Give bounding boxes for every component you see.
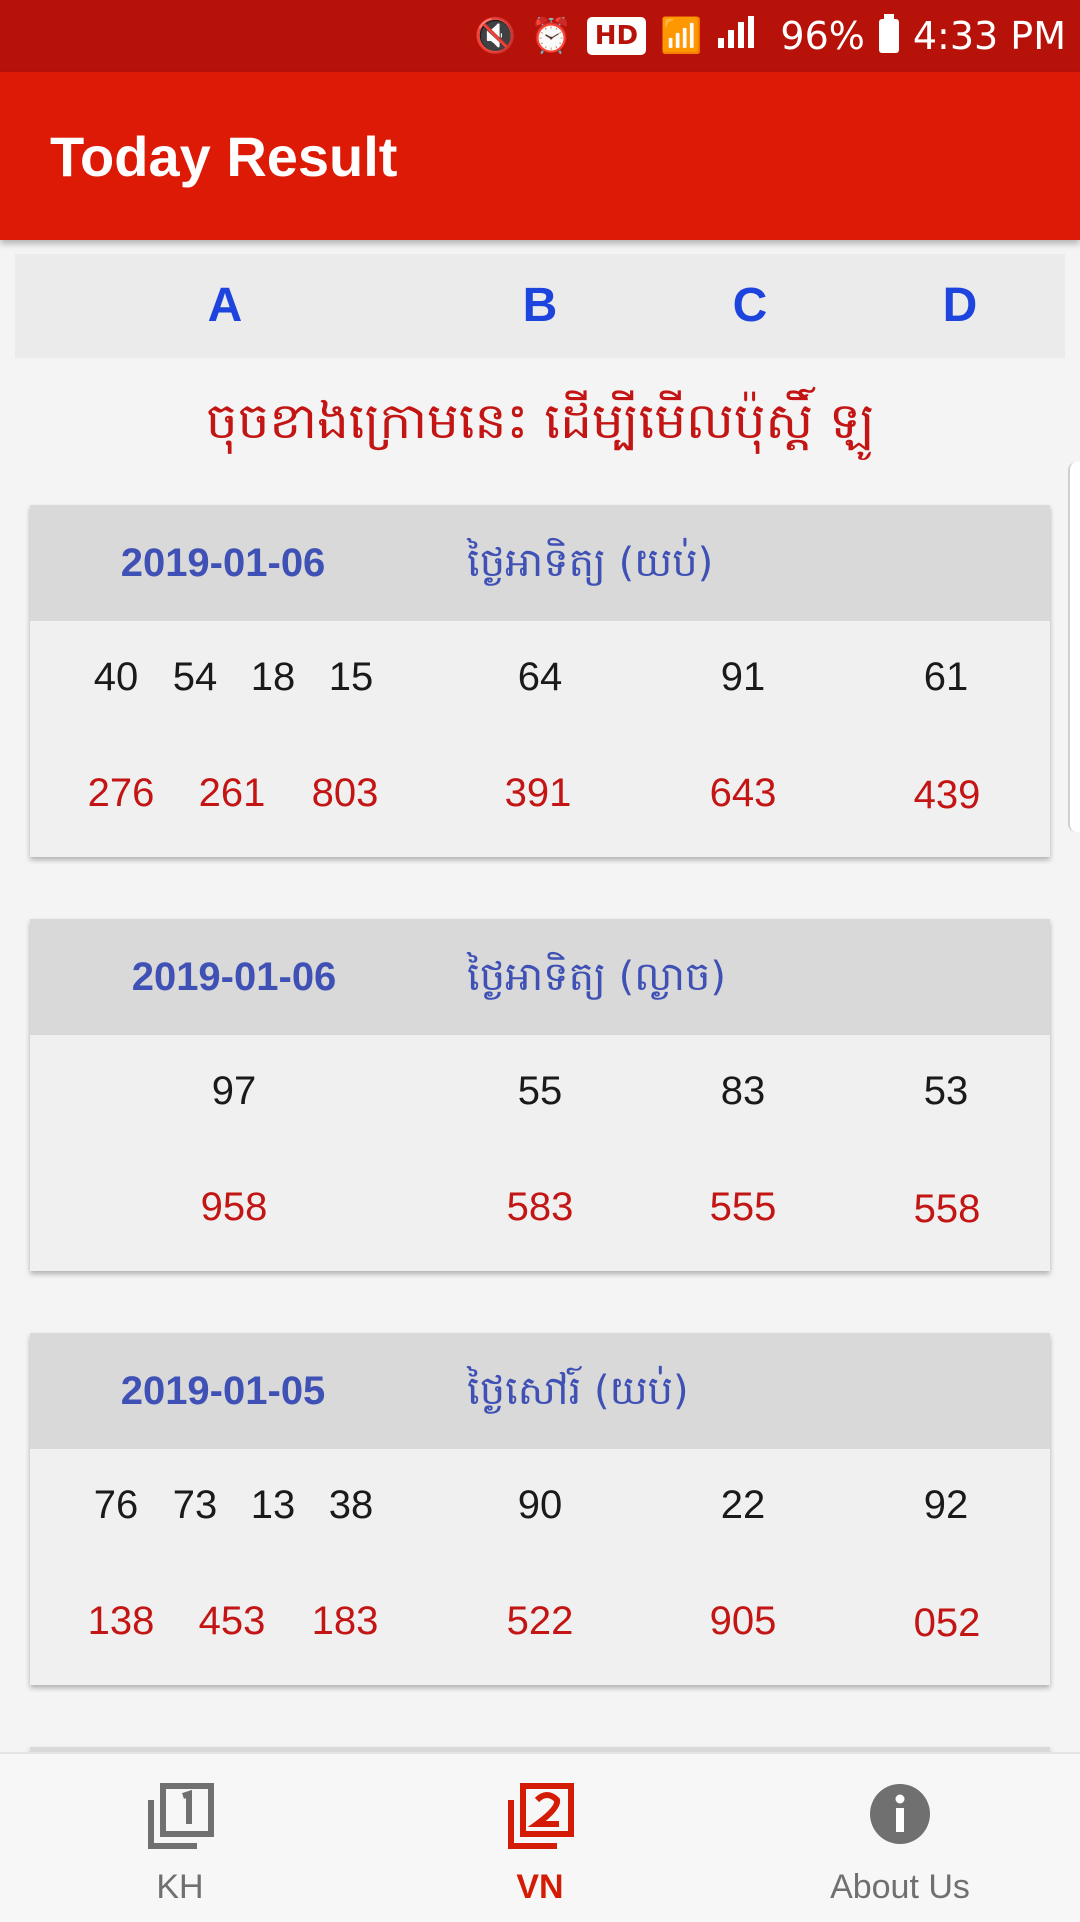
result-card[interactable]: 2019-01-06 ថ្ងៃអាទិត្យ (យប់) 40 54 18 15…	[30, 505, 1050, 857]
result-card[interactable]: 2019-01-05 ថ្ងៃសៅរ៍ (យប់) 76 73 13 38 90…	[30, 1333, 1050, 1685]
column-a-label: A	[207, 279, 243, 332]
a-number: 18	[250, 655, 296, 699]
d-number: 92	[923, 1483, 969, 1527]
a-number: 73	[172, 1483, 218, 1527]
b-number-red: 391	[504, 771, 572, 815]
b-number: 90	[517, 1483, 563, 1527]
b-number-red: 583	[506, 1185, 574, 1229]
d-number-red: 052	[913, 1601, 981, 1645]
mute-icon: 🔇	[474, 16, 517, 56]
b-number-red: 522	[506, 1599, 574, 1643]
a-number: 76	[93, 1483, 139, 1527]
wifi-call-icon: 📶	[660, 16, 703, 56]
result-card[interactable]: 2019-01-06 ថ្ងៃអាទិត្យ (ល្ងាច) 97 55 83 …	[30, 919, 1050, 1271]
result-date: 2019-01-05	[120, 1369, 326, 1413]
filter-1-icon	[145, 1782, 215, 1857]
filter-2-icon	[505, 1782, 575, 1857]
result-date: 2019-01-06	[120, 541, 326, 585]
signal-icon	[716, 14, 766, 59]
column-c-label: C	[732, 279, 768, 332]
tab-about-us[interactable]: About Us	[800, 1754, 1000, 1922]
column-b-label: B	[522, 279, 558, 332]
a-number: 40	[93, 655, 139, 699]
status-bar: 🔇 ⏰ HD 📶 96% 4:33 PM	[0, 0, 1080, 72]
a-number-red: 183	[311, 1599, 379, 1643]
notice-text: ចុចខាងក្រោមនេះ ដើម្បីមើលប៉ុស្តិ៍ ឡូ	[205, 392, 875, 450]
result-day: ថ្ងៃអាទិត្យ (ល្ងាច)	[467, 954, 726, 1000]
d-number: 53	[923, 1069, 969, 1113]
a-number-red: 276	[87, 771, 155, 815]
c-number: 91	[720, 655, 766, 699]
result-day: ថ្ងៃសៅរ៍ (យប់)	[467, 1368, 689, 1414]
a-number-red: 138	[87, 1599, 155, 1643]
app-bar: Today Result	[0, 72, 1080, 240]
card-header: 2019-01-06 ថ្ងៃអាទិត្យ (ល្ងាច)	[30, 919, 1050, 1035]
a-number: 13	[250, 1483, 296, 1527]
page-title: Today Result	[50, 124, 398, 188]
result-date: 2019-01-06	[131, 955, 337, 999]
tab-vn-label: VN	[516, 1868, 564, 1906]
tab-kh[interactable]: KH	[80, 1754, 280, 1922]
d-number-red: 439	[913, 773, 981, 817]
a-number: 54	[172, 655, 218, 699]
tab-vn[interactable]: VN	[440, 1754, 640, 1922]
a-number-red: 261	[198, 771, 266, 815]
clock: 4:33 PM	[912, 14, 1066, 58]
c-number-red: 643	[709, 771, 777, 815]
battery-percent: 96%	[780, 14, 865, 58]
card-header: 2019-01-05 ថ្ងៃសៅរ៍ (យប់)	[30, 1333, 1050, 1449]
a-number: 38	[328, 1483, 374, 1527]
tab-about-us-label: About Us	[830, 1868, 970, 1906]
tab-kh-label: KH	[156, 1868, 204, 1906]
a-number-red: 958	[200, 1185, 268, 1229]
d-number-red: 558	[913, 1187, 981, 1231]
b-number: 64	[517, 655, 563, 699]
d-number: 61	[923, 655, 969, 699]
hd-icon: HD	[586, 17, 647, 55]
c-number-red: 905	[709, 1599, 777, 1643]
a-number: 97	[211, 1069, 257, 1113]
c-number: 83	[720, 1069, 766, 1113]
results-list[interactable]: A B C D ចុចខាងក្រោមនេះ ដើម្បីមើលប៉ុស្តិ៍…	[0, 240, 1080, 1752]
b-number: 55	[517, 1069, 563, 1113]
result-day: ថ្ងៃអាទិត្យ (យប់)	[467, 540, 714, 586]
info-icon	[868, 1782, 932, 1851]
scroll-edge[interactable]	[1068, 462, 1080, 832]
a-number-red: 803	[311, 771, 379, 815]
column-header-row: A B C D	[15, 254, 1065, 358]
card-header: 2019-01-06 ថ្ងៃអាទិត្យ (យប់)	[30, 505, 1050, 621]
alarm-icon: ⏰	[530, 16, 573, 56]
c-number-red: 555	[709, 1185, 777, 1229]
battery-icon	[878, 14, 899, 53]
a-number: 15	[328, 655, 374, 699]
column-d-label: D	[942, 279, 978, 332]
c-number: 22	[720, 1483, 766, 1527]
a-number-red: 453	[198, 1599, 266, 1643]
bottom-navigation: KH VN About Us	[0, 1752, 1080, 1922]
